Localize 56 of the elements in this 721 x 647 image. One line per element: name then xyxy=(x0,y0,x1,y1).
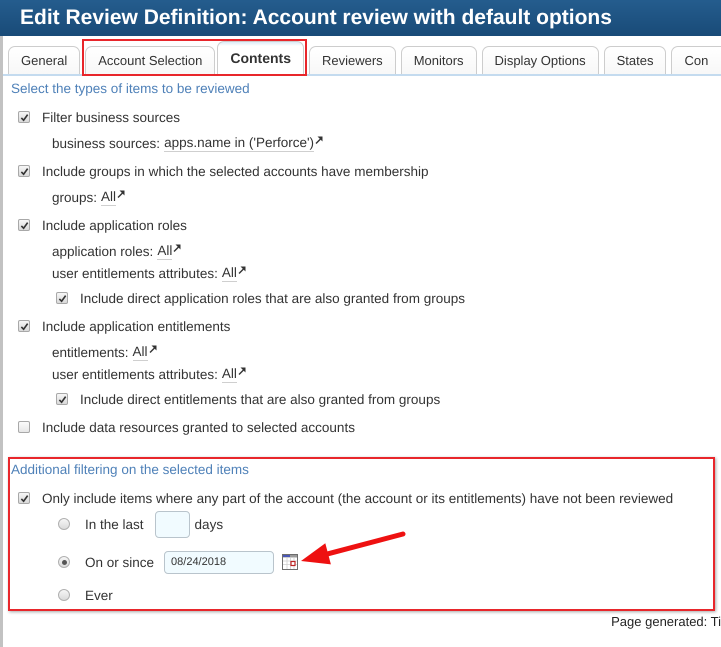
checkbox[interactable] xyxy=(56,393,68,405)
filter-label: business sources: xyxy=(52,136,160,150)
external-link-icon[interactable] xyxy=(117,190,126,198)
calendar-icon[interactable] xyxy=(282,554,298,570)
tab[interactable]: Monitors xyxy=(400,46,477,74)
checkbox-label: Include application roles xyxy=(42,218,187,232)
radio-label: Ever xyxy=(85,588,113,602)
radio-button[interactable] xyxy=(58,556,70,568)
external-link-icon[interactable] xyxy=(238,366,246,374)
checkbox-label: Only include items where any part of the account (the account or its entitlements) have not been reviewed xyxy=(42,490,674,506)
external-link-icon[interactable] xyxy=(315,136,324,144)
checkbox[interactable] xyxy=(56,292,68,304)
filter-label: entitlements: xyxy=(52,344,129,360)
filter-link[interactable]: All xyxy=(101,188,116,206)
days-field[interactable] xyxy=(154,510,190,538)
checkbox[interactable] xyxy=(18,165,30,177)
filter-link[interactable]: All xyxy=(132,344,148,360)
external-link-icon[interactable] xyxy=(173,244,182,252)
checkbox-label: Include application entitlements xyxy=(42,318,230,334)
footer-text: Page generated: Ti xyxy=(611,614,721,628)
tab[interactable]: General xyxy=(8,46,80,74)
checkbox-label: Filter business sources xyxy=(42,110,180,124)
checkbox[interactable] xyxy=(18,320,30,332)
checkbox[interactable] xyxy=(18,492,30,504)
date-field[interactable]: 08/24/2018 xyxy=(164,550,274,574)
window-title: Edit Review Definition: Account review with default options xyxy=(20,6,612,30)
checkbox-label: Include groups in which the selected accounts have membership xyxy=(42,164,428,178)
checkbox-label: Include data resources granted to selected accounts xyxy=(42,420,355,434)
filter-label: groups: xyxy=(52,190,98,204)
filter-label: user entitlements attributes: xyxy=(52,366,218,382)
tab[interactable]: Contents xyxy=(217,41,304,74)
filter-link[interactable]: All xyxy=(222,264,237,282)
checkbox-label: Include direct application roles that are also granted from groups xyxy=(80,290,465,306)
filter-link[interactable]: All xyxy=(222,366,237,382)
tab[interactable]: Display Options xyxy=(482,46,599,74)
tab[interactable]: States xyxy=(604,46,666,74)
external-link-icon[interactable] xyxy=(148,344,157,352)
tab[interactable]: Reviewers xyxy=(309,46,396,74)
radio-label: In the last xyxy=(85,516,144,532)
external-link-icon[interactable] xyxy=(238,266,246,274)
checkbox-label: Include direct entitlements that are also granted from groups xyxy=(80,392,440,406)
filter-label: user entitlements attributes: xyxy=(52,266,218,280)
filter-link[interactable]: apps.name in ('Perforce') xyxy=(164,134,314,152)
section-heading: Select the types of items to be reviewed xyxy=(11,80,251,98)
radio-button[interactable] xyxy=(58,518,70,530)
checkbox[interactable] xyxy=(18,421,30,433)
section-heading: Additional filtering on the selected items xyxy=(11,461,250,479)
tab[interactable]: Account Selection xyxy=(85,46,216,74)
radio-button[interactable] xyxy=(58,589,70,601)
checkbox[interactable] xyxy=(18,219,30,231)
radio-label: On or since xyxy=(85,554,154,570)
filter-label: application roles: xyxy=(52,244,154,258)
checkbox[interactable] xyxy=(18,111,30,123)
tab[interactable]: Con xyxy=(671,46,721,74)
filter-link[interactable]: All xyxy=(157,242,172,260)
unit-label: days xyxy=(194,516,224,532)
